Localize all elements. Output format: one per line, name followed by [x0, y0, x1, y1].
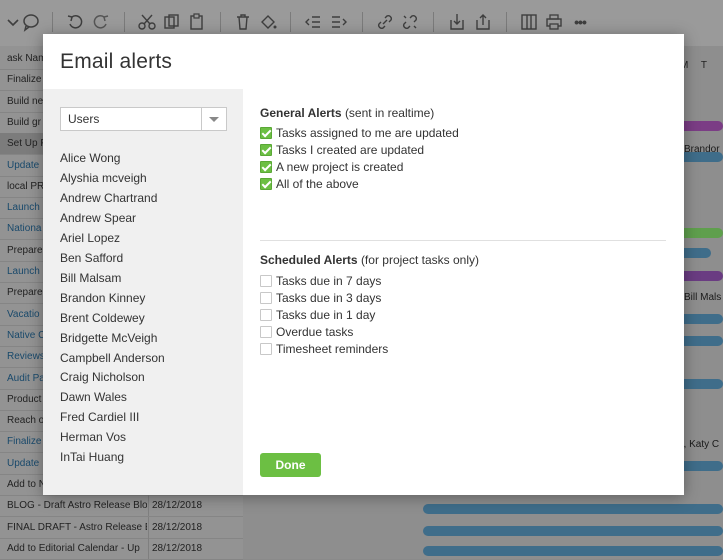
gantt-header: M T	[680, 60, 708, 71]
export-icon[interactable]	[474, 12, 492, 32]
email-alerts-dialog: Email alerts Users Alice Wong Alyshia mcv…	[43, 34, 684, 495]
alert-option-label: Overdue tasks	[276, 325, 354, 339]
task-date: 28/12/2018	[152, 521, 203, 533]
user-list-item[interactable]: Brent Coldewey	[60, 311, 145, 325]
redo-icon[interactable]	[92, 12, 110, 32]
dropdown-toggle[interactable]	[201, 108, 226, 130]
chevron-down-icon[interactable]	[4, 12, 22, 32]
gantt-label: n, Katy C	[678, 439, 720, 450]
user-list-item[interactable]: Alyshia mcveigh	[60, 171, 147, 185]
trash-icon[interactable]	[234, 12, 252, 32]
user-list-item[interactable]: Craig Nicholson	[60, 370, 145, 384]
alert-option-label: A new project is created	[276, 160, 404, 174]
user-list-item[interactable]: Campbell Anderson	[60, 351, 165, 365]
user-list-item[interactable]: Herman Vos	[60, 430, 126, 444]
user-list-item[interactable]: Brandon Kinney	[60, 291, 145, 305]
general-alerts-heading: General Alerts (sent in realtime)	[260, 106, 435, 120]
print-icon[interactable]	[545, 12, 563, 32]
checkbox[interactable]	[260, 309, 272, 321]
users-select-value: Users	[68, 112, 100, 126]
alerts-panel: General Alerts (sent in realtime) Tasks …	[243, 89, 684, 495]
dialog-title: Email alerts	[60, 50, 173, 73]
checkbox[interactable]	[260, 292, 272, 304]
alert-option[interactable]: A new project is created	[260, 160, 403, 174]
task-name: BLOG - Draft Astro Release Blo	[7, 500, 147, 512]
indent-icon[interactable]	[330, 12, 348, 32]
columns-icon[interactable]	[520, 12, 538, 32]
alert-option-label: Tasks assigned to me are updated	[276, 126, 459, 140]
undo-icon[interactable]	[66, 12, 84, 32]
checkbox-checked[interactable]	[260, 161, 272, 173]
outdent-icon[interactable]	[304, 12, 322, 32]
import-icon[interactable]	[448, 12, 466, 32]
checkbox[interactable]	[260, 343, 272, 355]
alert-option[interactable]: Tasks due in 3 days	[260, 291, 381, 305]
alert-option[interactable]: Tasks due in 7 days	[260, 274, 381, 288]
task-date: 28/12/2018	[152, 542, 203, 554]
alert-option[interactable]: Timesheet reminders	[260, 342, 388, 356]
divider	[260, 240, 666, 241]
alert-option-label: Tasks due in 1 day	[276, 308, 376, 322]
alert-option[interactable]: All of the above	[260, 177, 359, 191]
user-list-item[interactable]: Fred Cardiel III	[60, 410, 139, 424]
alert-option[interactable]: Tasks I created are updated	[260, 143, 424, 157]
comment-icon[interactable]	[22, 12, 40, 32]
scheduled-alerts-heading: Scheduled Alerts (for project tasks only…	[260, 253, 479, 267]
gantt-label: Bill Mals	[684, 292, 722, 303]
user-list-item[interactable]: Ariel Lopez	[60, 231, 120, 245]
alert-option[interactable]: Overdue tasks	[260, 325, 353, 339]
unlink-icon[interactable]	[401, 12, 419, 32]
checkbox-checked[interactable]	[260, 127, 272, 139]
cut-icon[interactable]	[138, 12, 156, 32]
paste-icon[interactable]	[188, 12, 206, 32]
task-row[interactable]: Add to Editorial Calendar - Up 28/12/2018	[0, 537, 243, 560]
alert-option-label: Timesheet reminders	[276, 342, 389, 356]
checkbox-checked[interactable]	[260, 178, 272, 190]
link-icon[interactable]	[376, 12, 394, 32]
task-name: Add to Editorial Calendar - Up	[7, 542, 140, 554]
alert-option-label: Tasks due in 7 days	[276, 274, 382, 288]
user-list-item[interactable]: Ben Safford	[60, 251, 123, 265]
user-list-item[interactable]: Bill Malsam	[60, 271, 121, 285]
checkbox-checked[interactable]	[260, 144, 272, 156]
user-list-item[interactable]: Alice Wong	[60, 151, 120, 165]
user-list-item[interactable]: Bridgette McVeigh	[60, 331, 157, 345]
alert-option[interactable]: Tasks assigned to me are updated	[260, 126, 459, 140]
done-button[interactable]: Done	[260, 453, 321, 477]
task-date: 28/12/2018	[152, 500, 203, 512]
alert-option-label: All of the above	[276, 177, 359, 191]
alert-option-label: Tasks I created are updated	[276, 143, 425, 157]
checkbox[interactable]	[260, 275, 272, 287]
users-select[interactable]: Users	[60, 107, 227, 131]
user-list-item[interactable]: Andrew Chartrand	[60, 191, 157, 205]
users-panel: Users Alice Wong Alyshia mcveigh Andrew Ch…	[43, 89, 243, 495]
task-row[interactable]: FINAL DRAFT - Astro Release E 28/12/2018	[0, 516, 243, 539]
user-list-item[interactable]: InTai Huang	[60, 450, 124, 464]
more-icon[interactable]: •••	[569, 12, 591, 32]
gantt-label: Brandor	[684, 144, 720, 155]
task-name: FINAL DRAFT - Astro Release E	[7, 521, 147, 533]
alert-option-label: Tasks due in 3 days	[276, 291, 382, 305]
checkbox[interactable]	[260, 326, 272, 338]
user-list-item[interactable]: Andrew Spear	[60, 211, 136, 225]
user-list-item[interactable]: Dawn Wales	[60, 390, 127, 404]
alert-option[interactable]: Tasks due in 1 day	[260, 308, 375, 322]
chevron-down-icon	[209, 117, 219, 122]
paint-bucket-icon[interactable]	[259, 12, 277, 32]
copy-icon[interactable]	[163, 12, 181, 32]
task-row[interactable]: BLOG - Draft Astro Release Blo 28/12/2018	[0, 495, 243, 518]
